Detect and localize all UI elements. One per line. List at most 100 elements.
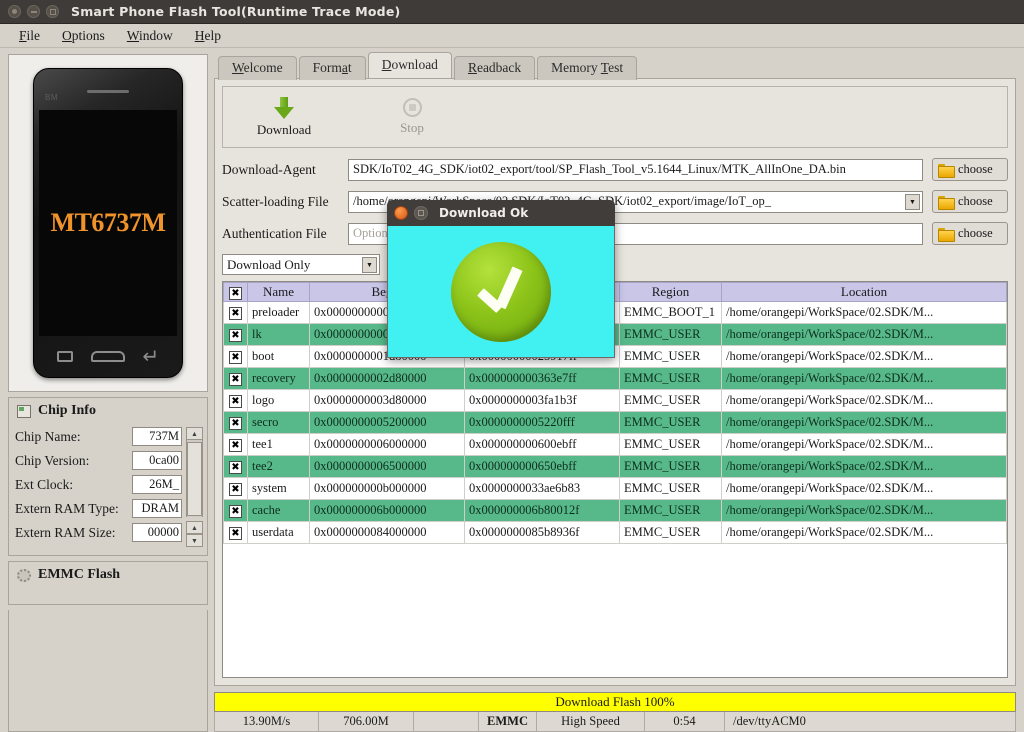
dialog-close-button[interactable] (394, 206, 408, 220)
checkbox-icon[interactable]: ✖ (229, 483, 242, 496)
auth-file-choose-button[interactable]: choose (932, 222, 1008, 245)
chip-version-value[interactable]: 0ca00 (132, 451, 182, 470)
table-row[interactable]: ✖ secro 0x0000000005200000 0x00000000052… (224, 412, 1007, 434)
auth-file-label: Authentication File (222, 226, 348, 242)
checkbox-icon[interactable]: ✖ (229, 527, 242, 540)
checkbox-icon[interactable]: ✖ (229, 351, 242, 364)
download-mode-select[interactable]: Download Only ▼ (222, 254, 380, 275)
menu-file[interactable]: File (8, 26, 51, 46)
row-region: EMMC_USER (620, 390, 722, 412)
emmc-flash-panel[interactable]: EMMC Flash (8, 561, 208, 605)
header-region[interactable]: Region (620, 283, 722, 302)
dialog-maximize-button[interactable] (414, 206, 428, 220)
scatter-file-row: Scatter-loading File /home/orangepi/Work… (222, 190, 1008, 213)
status-blank (414, 712, 479, 731)
stop-button[interactable]: Stop (379, 98, 445, 136)
status-elapsed: 0:54 (645, 712, 725, 731)
checkbox-icon[interactable]: ✖ (229, 417, 242, 430)
chip-name-label: Chip Name: (15, 429, 132, 445)
menu-window[interactable]: Window (116, 26, 184, 46)
table-row[interactable]: ✖ system 0x000000000b000000 0x0000000033… (224, 478, 1007, 500)
ext-clock-value[interactable]: _26M (132, 475, 182, 494)
row-name: userdata (248, 522, 310, 544)
header-location[interactable]: Location (722, 283, 1007, 302)
row-checkbox-cell[interactable]: ✖ (224, 500, 248, 522)
download-agent-input[interactable]: SDK/IoT02_4G_SDK/iot02_export/tool/SP_Fl… (348, 159, 923, 181)
table-row[interactable]: ✖ preloader 0x0000000000000000 0x0000000… (224, 302, 1007, 324)
chevron-down-icon[interactable]: ▼ (362, 257, 377, 273)
menu-help[interactable]: Help (184, 26, 232, 46)
download-button[interactable]: Download (251, 97, 317, 138)
checkbox-icon[interactable]: ✖ (229, 307, 242, 320)
extern-ram-type-label: Extern RAM Type: (15, 501, 132, 517)
checkbox-icon[interactable]: ✖ (229, 395, 242, 408)
emmc-flash-header[interactable]: EMMC Flash (9, 562, 207, 587)
emmc-flash-title: EMMC Flash (38, 567, 120, 583)
tab-memory-test[interactable]: Memory Test (537, 56, 637, 80)
download-ok-dialog[interactable]: Download Ok (387, 200, 615, 358)
row-checkbox-cell[interactable]: ✖ (224, 478, 248, 500)
row-checkbox-cell[interactable]: ✖ (224, 412, 248, 434)
header-name[interactable]: Name (248, 283, 310, 302)
table-row[interactable]: ✖ lk 0x0000000000000000 0x00000000000587… (224, 324, 1007, 346)
extern-ram-size-value[interactable]: 00000 (132, 523, 182, 542)
scatter-file-choose-button[interactable]: choose (932, 190, 1008, 213)
window-maximize-button[interactable] (46, 5, 59, 18)
chip-info-row: Chip Name: 737M (15, 427, 182, 446)
checkbox-icon[interactable]: ✖ (229, 287, 242, 300)
scroll-up-icon[interactable]: ▲ (186, 427, 203, 440)
row-checkbox-cell[interactable]: ✖ (224, 390, 248, 412)
row-begin: 0x0000000003d80000 (310, 390, 465, 412)
row-checkbox-cell[interactable]: ✖ (224, 324, 248, 346)
row-region: EMMC_USER (620, 368, 722, 390)
checkbox-icon[interactable]: ✖ (229, 461, 242, 474)
checkbox-icon[interactable]: ✖ (229, 505, 242, 518)
row-checkbox-cell[interactable]: ✖ (224, 522, 248, 544)
chip-name-value[interactable]: 737M (132, 427, 182, 446)
left-sidebar: BM MT6737M ↵ Chip Info Ch (8, 54, 208, 732)
row-region: EMMC_USER (620, 324, 722, 346)
spinner-up-icon[interactable]: ▲ (186, 521, 203, 534)
chip-info-scrollbar[interactable]: ▲ ▲ ▼ (186, 427, 203, 547)
tab-format[interactable]: Format (299, 56, 366, 80)
checkbox-icon[interactable]: ✖ (229, 329, 242, 342)
partition-table[interactable]: ✖ Name Begin End Region Location ✖ prel (222, 281, 1008, 678)
chip-info-header[interactable]: Chip Info (9, 398, 207, 423)
scrollbar-track[interactable] (186, 440, 203, 517)
row-begin: 0x000000006b000000 (310, 500, 465, 522)
window-title: Smart Phone Flash Tool(Runtime Trace Mod… (71, 4, 400, 19)
table-row[interactable]: ✖ userdata 0x0000000084000000 0x00000000… (224, 522, 1007, 544)
table-row[interactable]: ✖ cache 0x000000006b000000 0x000000006b8… (224, 500, 1007, 522)
window-close-button[interactable] (8, 5, 21, 18)
spinner-down-icon[interactable]: ▼ (186, 534, 203, 547)
table-row[interactable]: ✖ logo 0x0000000003d80000 0x0000000003fa… (224, 390, 1007, 412)
window-minimize-button[interactable] (27, 5, 40, 18)
table-row[interactable]: ✖ tee2 0x0000000006500000 0x000000000650… (224, 456, 1007, 478)
tab-welcome[interactable]: Welcome (218, 56, 297, 80)
chip-info-row: Ext Clock: _26M (15, 475, 182, 494)
stop-button-label: Stop (400, 120, 424, 136)
table-row[interactable]: ✖ boot 0x0000000001d80000 0x000000000259… (224, 346, 1007, 368)
tab-download[interactable]: Download (368, 52, 452, 78)
row-checkbox-cell[interactable]: ✖ (224, 368, 248, 390)
download-agent-choose-button[interactable]: choose (932, 158, 1008, 181)
checkbox-icon[interactable]: ✖ (229, 373, 242, 386)
row-checkbox-cell[interactable]: ✖ (224, 456, 248, 478)
table-row[interactable]: ✖ tee1 0x0000000006000000 0x000000000600… (224, 434, 1007, 456)
table-row[interactable]: ✖ recovery 0x0000000002d80000 0x00000000… (224, 368, 1007, 390)
chip-info-panel: Chip Info Chip Name: 737M Chip Version: … (8, 397, 208, 556)
chevron-down-icon[interactable]: ▼ (905, 194, 920, 210)
row-checkbox-cell[interactable]: ✖ (224, 434, 248, 456)
extern-ram-type-value[interactable]: DRAM (132, 499, 182, 518)
row-checkbox-cell[interactable]: ✖ (224, 346, 248, 368)
header-select-all[interactable]: ✖ (224, 283, 248, 302)
chip-info-title: Chip Info (38, 403, 96, 419)
row-checkbox-cell[interactable]: ✖ (224, 302, 248, 324)
menu-options[interactable]: Options (51, 26, 116, 46)
status-storage: EMMC (479, 712, 537, 731)
checkbox-icon[interactable]: ✖ (229, 439, 242, 452)
scrollbar-thumb[interactable] (187, 442, 202, 516)
tab-bar: Welcome Format Download Readback Memory … (214, 54, 1016, 78)
row-name: preloader (248, 302, 310, 324)
tab-readback[interactable]: Readback (454, 56, 535, 80)
